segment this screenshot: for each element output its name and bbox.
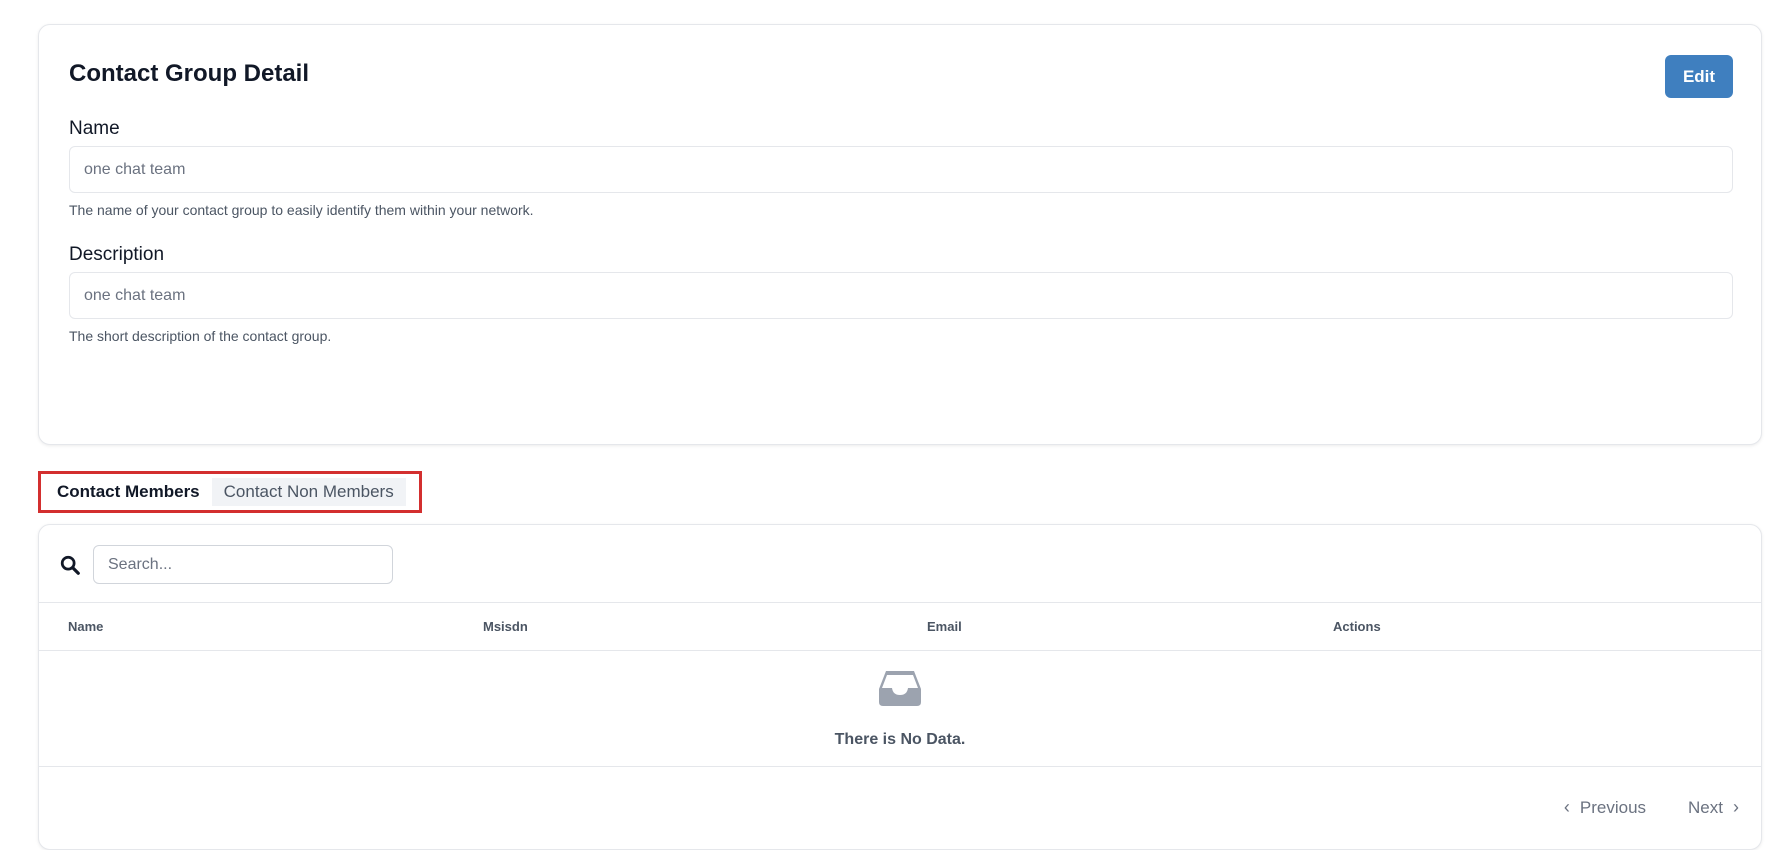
edit-button[interactable]: Edit [1665, 55, 1733, 98]
previous-label: Previous [1579, 797, 1647, 817]
column-header-msisdn[interactable]: Msisdn [483, 619, 528, 634]
search-bar [59, 545, 393, 584]
empty-state-text: There is No Data. [834, 731, 966, 748]
next-page-button[interactable]: Next › [1688, 797, 1739, 818]
contact-group-detail-card: Contact Group Detail Edit Name The name … [38, 24, 1762, 445]
search-icon [60, 555, 80, 575]
description-label: Description [69, 244, 165, 265]
table-header: Name Msisdn Email Actions [39, 602, 1761, 651]
next-label: Next [1688, 797, 1723, 817]
description-help-text: The short description of the contact gro… [69, 328, 332, 344]
tab-contact-members[interactable]: Contact Members [45, 478, 212, 506]
column-header-actions[interactable]: Actions [1333, 619, 1381, 634]
inbox-icon [879, 671, 921, 706]
chevron-right-icon: › [1733, 797, 1739, 817]
contact-members-card: Name Msisdn Email Actions There is No Da… [38, 524, 1762, 850]
tab-contact-non-members[interactable]: Contact Non Members [211, 478, 406, 506]
empty-state: There is No Data. [39, 651, 1761, 767]
page-title: Contact Group Detail [69, 60, 310, 87]
name-field[interactable] [69, 146, 1733, 193]
name-help-text: The name of your contact group to easily… [69, 202, 534, 218]
member-tabs: Contact Members Contact Non Members [38, 471, 422, 513]
name-label: Name [69, 118, 120, 139]
description-field[interactable] [69, 272, 1733, 319]
column-header-name[interactable]: Name [68, 619, 103, 634]
chevron-left-icon: ‹ [1563, 797, 1570, 817]
previous-page-button[interactable]: ‹ Previous [1564, 797, 1646, 818]
search-input[interactable] [93, 545, 393, 584]
column-header-email[interactable]: Email [927, 619, 962, 634]
pagination: ‹ Previous Next › [1564, 797, 1739, 818]
